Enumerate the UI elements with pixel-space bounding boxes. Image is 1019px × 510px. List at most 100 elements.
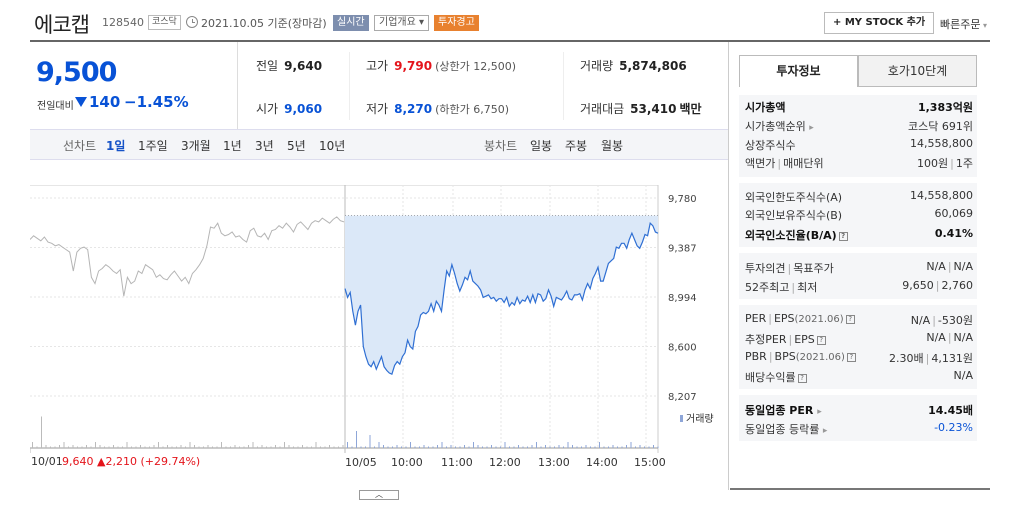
volume-bar — [306, 446, 308, 448]
x-tick-label: 15:00 — [634, 456, 666, 469]
tab-3y[interactable]: 3년 — [255, 137, 274, 154]
tab-1w[interactable]: 1주일 — [138, 137, 168, 154]
volume-bar — [437, 445, 438, 448]
chevron-right-icon: ▸ — [809, 123, 814, 133]
quote-value: 8,270 — [394, 102, 433, 116]
volume-bar — [266, 446, 267, 448]
volume-bar — [239, 446, 240, 448]
market-cap-rank-row[interactable]: 시가총액순위 ▸ 코스닥 691위 — [745, 118, 973, 136]
quote-label: 전일 — [256, 59, 279, 73]
volume-bar — [603, 446, 605, 448]
volume-bar — [63, 442, 65, 448]
row-label: 배당수익률 — [745, 371, 796, 384]
row-value: 0.41% — [934, 227, 973, 240]
diff-rate: −1.45% — [124, 93, 189, 111]
tab-order-book[interactable]: 호가10단계 — [858, 55, 977, 87]
quick-order-button[interactable]: 빠른주문 ▾ — [940, 16, 987, 32]
volume-bar — [612, 445, 614, 448]
volume-bar — [293, 446, 294, 448]
volume-bar — [374, 446, 375, 448]
volume-bar — [95, 442, 96, 448]
lower-limit: (하한가 6,750) — [435, 103, 509, 116]
volume-bar — [108, 446, 110, 448]
upper-limit: (상한가 12,500) — [435, 60, 516, 73]
investment-warning-badge[interactable]: 투자경고 — [434, 15, 479, 31]
volume-bar — [41, 416, 42, 448]
volume-bar — [509, 446, 510, 448]
prev-date-label: 10/01 — [31, 455, 63, 468]
tab-weekly[interactable]: 주봉 — [565, 137, 587, 154]
week52-row: 52주최고 | 최저 9,650 | 2,760 — [745, 279, 973, 294]
volume-bar — [423, 445, 425, 448]
listed-shares-row: 상장주식수 14,558,800 — [745, 137, 973, 155]
tab-5y[interactable]: 5년 — [287, 137, 306, 154]
quote-prev-close: 전일 9,640 — [256, 57, 322, 74]
volume-bar — [572, 445, 573, 448]
volume-bar — [203, 446, 204, 448]
volume-bar — [518, 445, 519, 448]
tab-daily[interactable]: 일봉 — [530, 137, 552, 154]
row-value: N/A — [953, 369, 973, 382]
volume-bar — [644, 446, 645, 448]
volume-legend-label: 거래량 — [686, 413, 714, 425]
industry-per-row[interactable]: 동일업종 PER ▸ 14.45배 — [745, 402, 973, 420]
stock-code: 128540 — [102, 16, 144, 29]
volume-bar — [230, 446, 231, 448]
info-icon[interactable]: ? — [845, 315, 855, 324]
info-icon[interactable]: ? — [816, 336, 826, 345]
volume-bar — [167, 445, 168, 448]
volume-bar — [549, 446, 551, 448]
tab-1y[interactable]: 1년 — [223, 137, 242, 154]
current-price: 9,500 — [36, 57, 117, 88]
volume-bar — [383, 445, 384, 448]
volume-bar — [540, 446, 542, 448]
tab-3m[interactable]: 3개월 — [181, 137, 211, 154]
volume-bar — [275, 445, 276, 448]
y-tick-label: 8,994 — [668, 293, 697, 304]
volume-bar — [149, 446, 150, 448]
tab-10y[interactable]: 10년 — [319, 137, 345, 154]
chart-tab-bar: 선차트 1일 1주일 3개월 1년 3년 5년 10년 봉차트 일봉 주봉 월봉 — [30, 129, 728, 160]
tab-investment-info[interactable]: 투자정보 — [739, 55, 858, 87]
face-value-row: 액면가 | 매매단위 100원 | 1주 — [745, 157, 973, 170]
row-label-2: 목표주가 — [793, 262, 834, 275]
volume-bar — [198, 446, 200, 448]
info-icon[interactable]: ? — [838, 232, 848, 241]
volume-bar — [270, 446, 272, 448]
chevron-right-icon: ▸ — [817, 407, 822, 417]
volume-bar — [441, 442, 443, 448]
volume-bar — [225, 446, 227, 448]
volume-bar — [351, 446, 353, 448]
add-mystock-button[interactable]: + MY STOCK 추가 — [824, 12, 935, 34]
row-value-2: N/A — [953, 331, 973, 344]
info-icon[interactable]: ? — [797, 374, 807, 383]
down-triangle-icon — [75, 97, 87, 107]
volume-bar — [99, 445, 101, 448]
company-overview-button[interactable]: 기업개요 ▾ — [374, 15, 429, 31]
volume-bar — [158, 442, 159, 448]
volume-bar — [189, 442, 191, 448]
volume-bar — [482, 446, 483, 448]
row-label: 외국인한도주식수(A) — [745, 191, 843, 204]
chart-marks — [30, 215, 659, 448]
foreign-holding-row: 외국인보유주식수(B) 60,069 — [745, 207, 973, 225]
volume-bar — [297, 446, 299, 448]
collapse-button[interactable]: ︿ — [359, 490, 399, 500]
row-label-2: 최저 — [797, 281, 818, 294]
tab-monthly[interactable]: 월봉 — [601, 137, 623, 154]
row-label: 동일업종 등락률 — [745, 423, 820, 436]
info-icon[interactable]: ? — [846, 353, 856, 362]
realtime-button[interactable]: 실시간 — [333, 15, 369, 31]
row-label-2: EPS — [794, 333, 815, 346]
volume-bar — [81, 446, 83, 448]
volume-bar — [279, 446, 281, 448]
volume-bar — [522, 446, 524, 448]
row-value: 코스닥 691위 — [908, 120, 973, 133]
tab-1d[interactable]: 1일 — [106, 137, 125, 154]
industry-change-row[interactable]: 동일업종 등락률 ▸ -0.23% — [745, 421, 973, 439]
x-tick-label: 10:00 — [391, 456, 423, 469]
volume-bar — [392, 446, 393, 448]
row-value: 100원 — [917, 157, 949, 170]
volume-bar — [131, 446, 132, 448]
volume-bar — [122, 446, 123, 448]
